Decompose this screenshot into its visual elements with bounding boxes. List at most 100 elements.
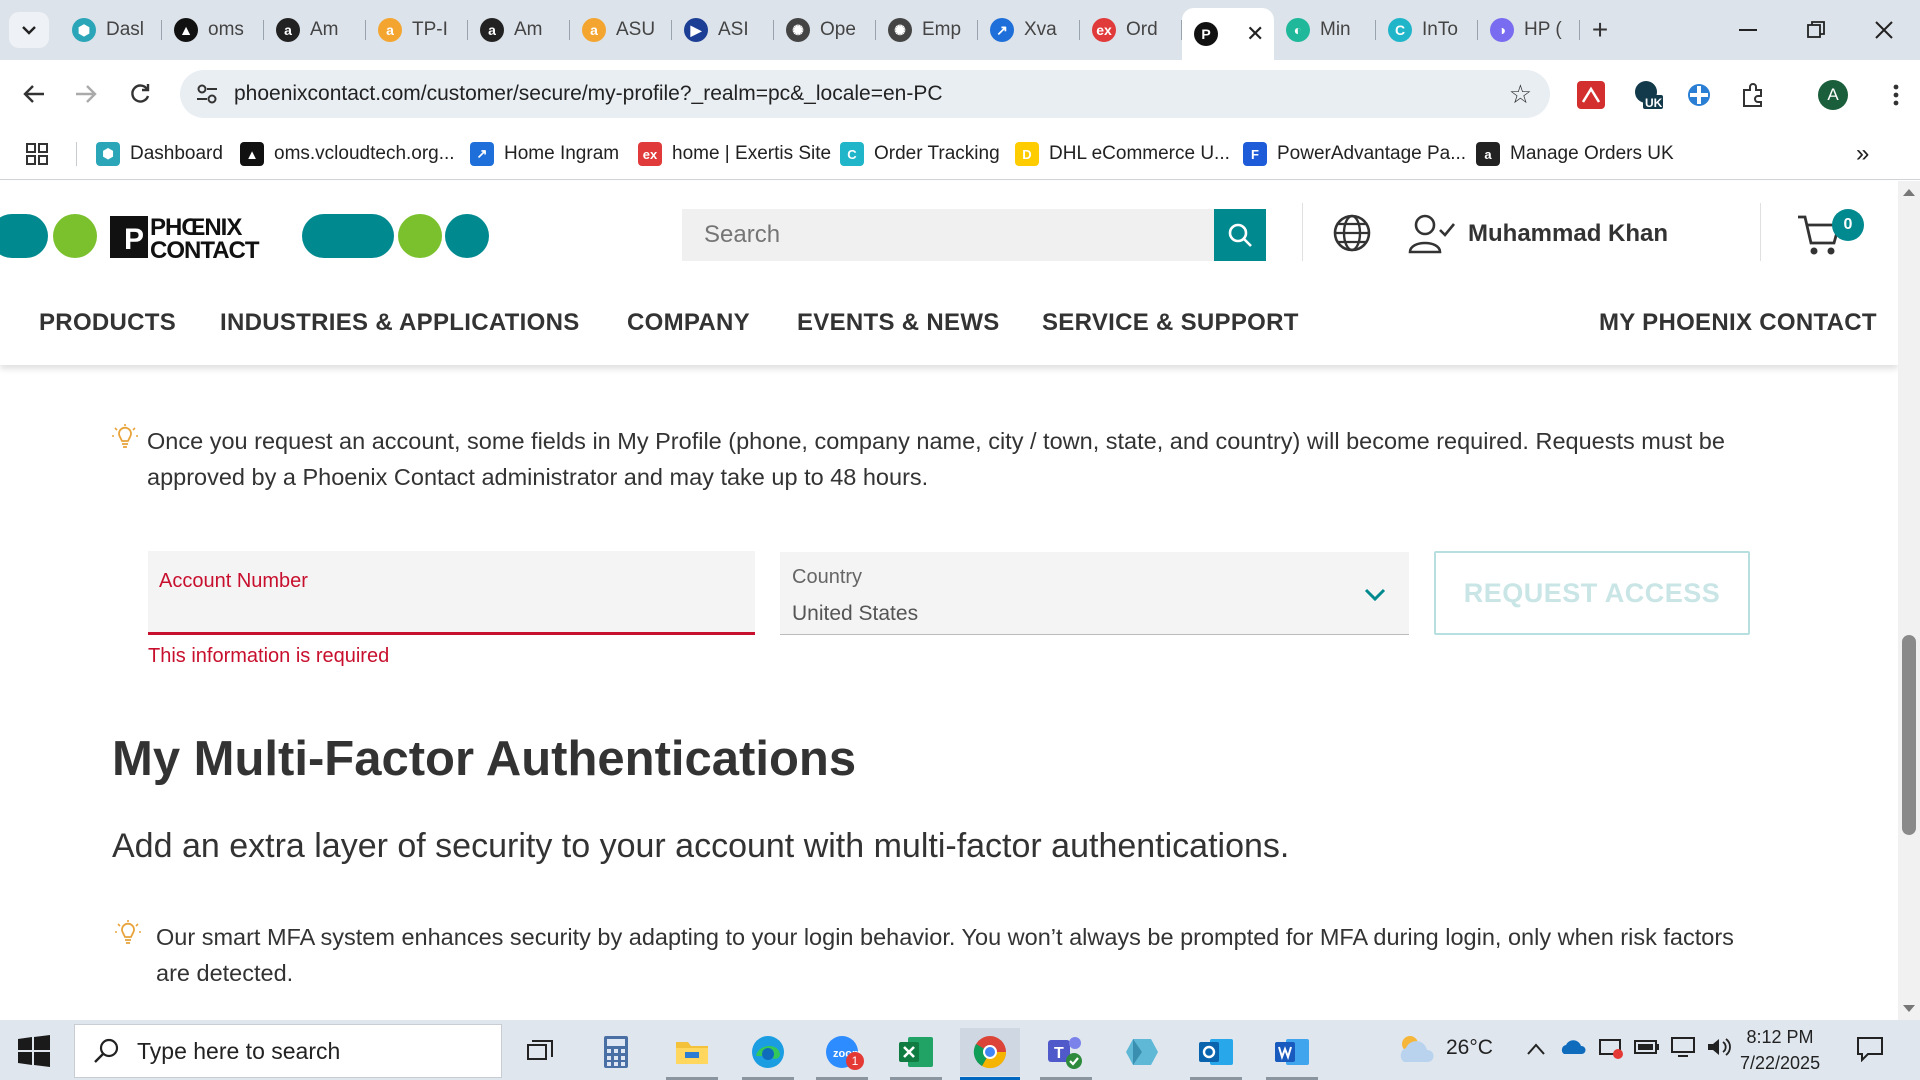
app-crystal-icon[interactable] xyxy=(1112,1028,1172,1076)
browser-tab[interactable]: C InTo xyxy=(1376,8,1478,52)
browser-tab[interactable]: ⬢ Dasl xyxy=(60,8,162,52)
bookmark-item[interactable]: ⬢ Dashboard xyxy=(96,140,223,168)
bookmark-item[interactable]: D DHL eCommerce U... xyxy=(1015,140,1230,168)
request-access-button[interactable]: REQUEST ACCESS xyxy=(1434,551,1750,635)
outlook-icon[interactable] xyxy=(1186,1028,1246,1080)
nav-my-phoenix-contact[interactable]: MY PHOENIX CONTACT xyxy=(1599,297,1877,349)
browser-tab[interactable]: ▲ oms xyxy=(162,8,264,52)
page-scrollbar[interactable] xyxy=(1898,181,1920,1020)
scroll-down-arrow[interactable] xyxy=(1903,1005,1915,1012)
account-number-field[interactable]: Account Number xyxy=(148,551,755,635)
browser-menu-icon[interactable] xyxy=(1886,78,1906,112)
nav-events-news[interactable]: EVENTS & NEWS xyxy=(797,297,1000,349)
tab-favicon-icon: a xyxy=(276,18,300,42)
user-account-menu[interactable]: Muhammad Khan xyxy=(1408,209,1668,259)
bookmark-item[interactable]: ↗ Home Ingram xyxy=(470,140,619,168)
forward-button[interactable] xyxy=(64,72,108,116)
scroll-up-arrow[interactable] xyxy=(1903,189,1915,196)
browser-toolbar: phoenixcontact.com/customer/secure/my-pr… xyxy=(0,60,1920,128)
battery-icon[interactable] xyxy=(1634,1038,1660,1056)
apps-grid-icon[interactable] xyxy=(26,140,48,168)
browser-tab[interactable]: a Am xyxy=(468,8,570,52)
minimize-icon xyxy=(1739,29,1757,31)
new-tab-button[interactable]: + xyxy=(1580,8,1620,52)
browser-tab[interactable]: ↗ Xva xyxy=(978,8,1080,52)
system-clock[interactable]: 8:12 PM 7/22/2025 xyxy=(1740,1024,1820,1076)
close-tab-icon[interactable]: ✕ xyxy=(1246,21,1264,47)
teams-icon[interactable]: T xyxy=(1036,1028,1096,1080)
weather-cloud-icon[interactable] xyxy=(1396,1032,1436,1068)
bookmark-star-icon[interactable]: ☆ xyxy=(1509,79,1532,110)
tab-active[interactable]: P ✕ xyxy=(1182,8,1274,60)
country-select[interactable]: Country United States xyxy=(780,552,1409,635)
back-button[interactable] xyxy=(12,72,56,116)
bookmark-item[interactable]: ex home | Exertis Site xyxy=(638,140,831,168)
scroll-thumb[interactable] xyxy=(1902,635,1916,835)
edge-browser-icon[interactable] xyxy=(738,1028,798,1080)
chrome-icon[interactable] xyxy=(960,1028,1020,1080)
user-name[interactable]: Muhammad Khan xyxy=(1468,220,1668,248)
address-bar[interactable]: phoenixcontact.com/customer/secure/my-pr… xyxy=(180,70,1550,118)
site-info-icon[interactable] xyxy=(194,81,220,107)
extensions-puzzle-icon[interactable] xyxy=(1736,78,1770,112)
phoenix-contact-logo[interactable]: P PHŒNIX CONTACT xyxy=(0,211,500,264)
restore-button[interactable] xyxy=(1782,0,1850,60)
bookmark-item[interactable]: C Order Tracking xyxy=(840,140,1000,168)
security-tray-icon[interactable] xyxy=(1598,1036,1624,1060)
search-icon xyxy=(1228,223,1252,247)
network-icon[interactable] xyxy=(1670,1036,1696,1058)
language-globe-icon[interactable] xyxy=(1330,211,1374,255)
reload-button[interactable] xyxy=(118,72,162,116)
browser-tab[interactable]: ✺ Emp xyxy=(876,8,978,52)
tab-title: Dasl xyxy=(106,19,145,40)
more-bookmarks-icon[interactable]: » xyxy=(1856,140,1869,168)
excel-icon[interactable] xyxy=(886,1028,946,1080)
minimize-button[interactable] xyxy=(1714,0,1782,60)
file-explorer-icon[interactable] xyxy=(662,1028,722,1080)
zoom-app-icon[interactable]: zoom 1 xyxy=(812,1028,872,1080)
country-label: Country xyxy=(792,566,863,588)
nav-company[interactable]: COMPANY xyxy=(627,297,750,349)
clock-time: 8:12 PM xyxy=(1746,1027,1814,1047)
close-window-button[interactable] xyxy=(1850,0,1918,60)
browser-tab[interactable]: ◐ Min xyxy=(1274,8,1376,52)
task-view-icon[interactable] xyxy=(510,1028,570,1076)
bookmark-item[interactable]: ▲ oms.vcloudtech.org... xyxy=(240,140,455,168)
account-number-input[interactable] xyxy=(148,551,755,632)
notifications-icon[interactable] xyxy=(1856,1036,1884,1062)
browser-tab[interactable]: ▶ ASI xyxy=(672,8,774,52)
bookmark-favicon-icon: F xyxy=(1243,142,1267,166)
bookmark-favicon-icon: ⬢ xyxy=(96,142,120,166)
url-text[interactable]: phoenixcontact.com/customer/secure/my-pr… xyxy=(234,70,943,118)
vpn-extension-icon[interactable]: UK xyxy=(1630,78,1664,112)
volume-icon[interactable] xyxy=(1706,1036,1732,1058)
nav-products[interactable]: PRODUCTS xyxy=(39,297,176,349)
profile-avatar[interactable]: A xyxy=(1818,80,1848,110)
weather-temperature[interactable]: 26°C xyxy=(1446,1036,1493,1060)
tab-search-button[interactable] xyxy=(9,12,49,48)
browser-tab[interactable]: a Am xyxy=(264,8,366,52)
browser-tab[interactable]: a TP-I xyxy=(366,8,468,52)
browser-tab[interactable]: a ASU xyxy=(570,8,672,52)
svg-text:T: T xyxy=(1054,1045,1064,1062)
bookmark-item[interactable]: a Manage Orders UK xyxy=(1476,140,1674,168)
bookmark-item[interactable]: F PowerAdvantage Pa... xyxy=(1243,140,1466,168)
word-icon[interactable] xyxy=(1262,1028,1322,1080)
zoho-extension-icon[interactable] xyxy=(1682,78,1716,112)
windows-start-icon[interactable] xyxy=(14,1034,54,1068)
onedrive-icon[interactable] xyxy=(1560,1038,1586,1056)
browser-tab[interactable]: ✺ Ope xyxy=(774,8,876,52)
nav-service-support[interactable]: SERVICE & SUPPORT xyxy=(1042,297,1299,349)
bookmark-label: oms.vcloudtech.org... xyxy=(274,143,455,164)
taskbar-search[interactable]: Type here to search xyxy=(74,1024,502,1078)
calculator-icon[interactable] xyxy=(586,1028,646,1076)
pdf-extension-icon[interactable] xyxy=(1574,78,1608,112)
shopping-cart[interactable]: 0 xyxy=(1796,209,1864,259)
browser-tab[interactable]: ex Ord xyxy=(1080,8,1182,52)
search-button[interactable] xyxy=(1214,209,1266,261)
site-search xyxy=(682,209,1266,261)
show-hidden-icons-chevron-icon[interactable] xyxy=(1526,1042,1546,1056)
site-search-input[interactable] xyxy=(682,209,1212,261)
browser-tab[interactable]: ◑ HP ( xyxy=(1478,8,1580,52)
nav-industries-applications[interactable]: INDUSTRIES & APPLICATIONS xyxy=(220,297,580,349)
